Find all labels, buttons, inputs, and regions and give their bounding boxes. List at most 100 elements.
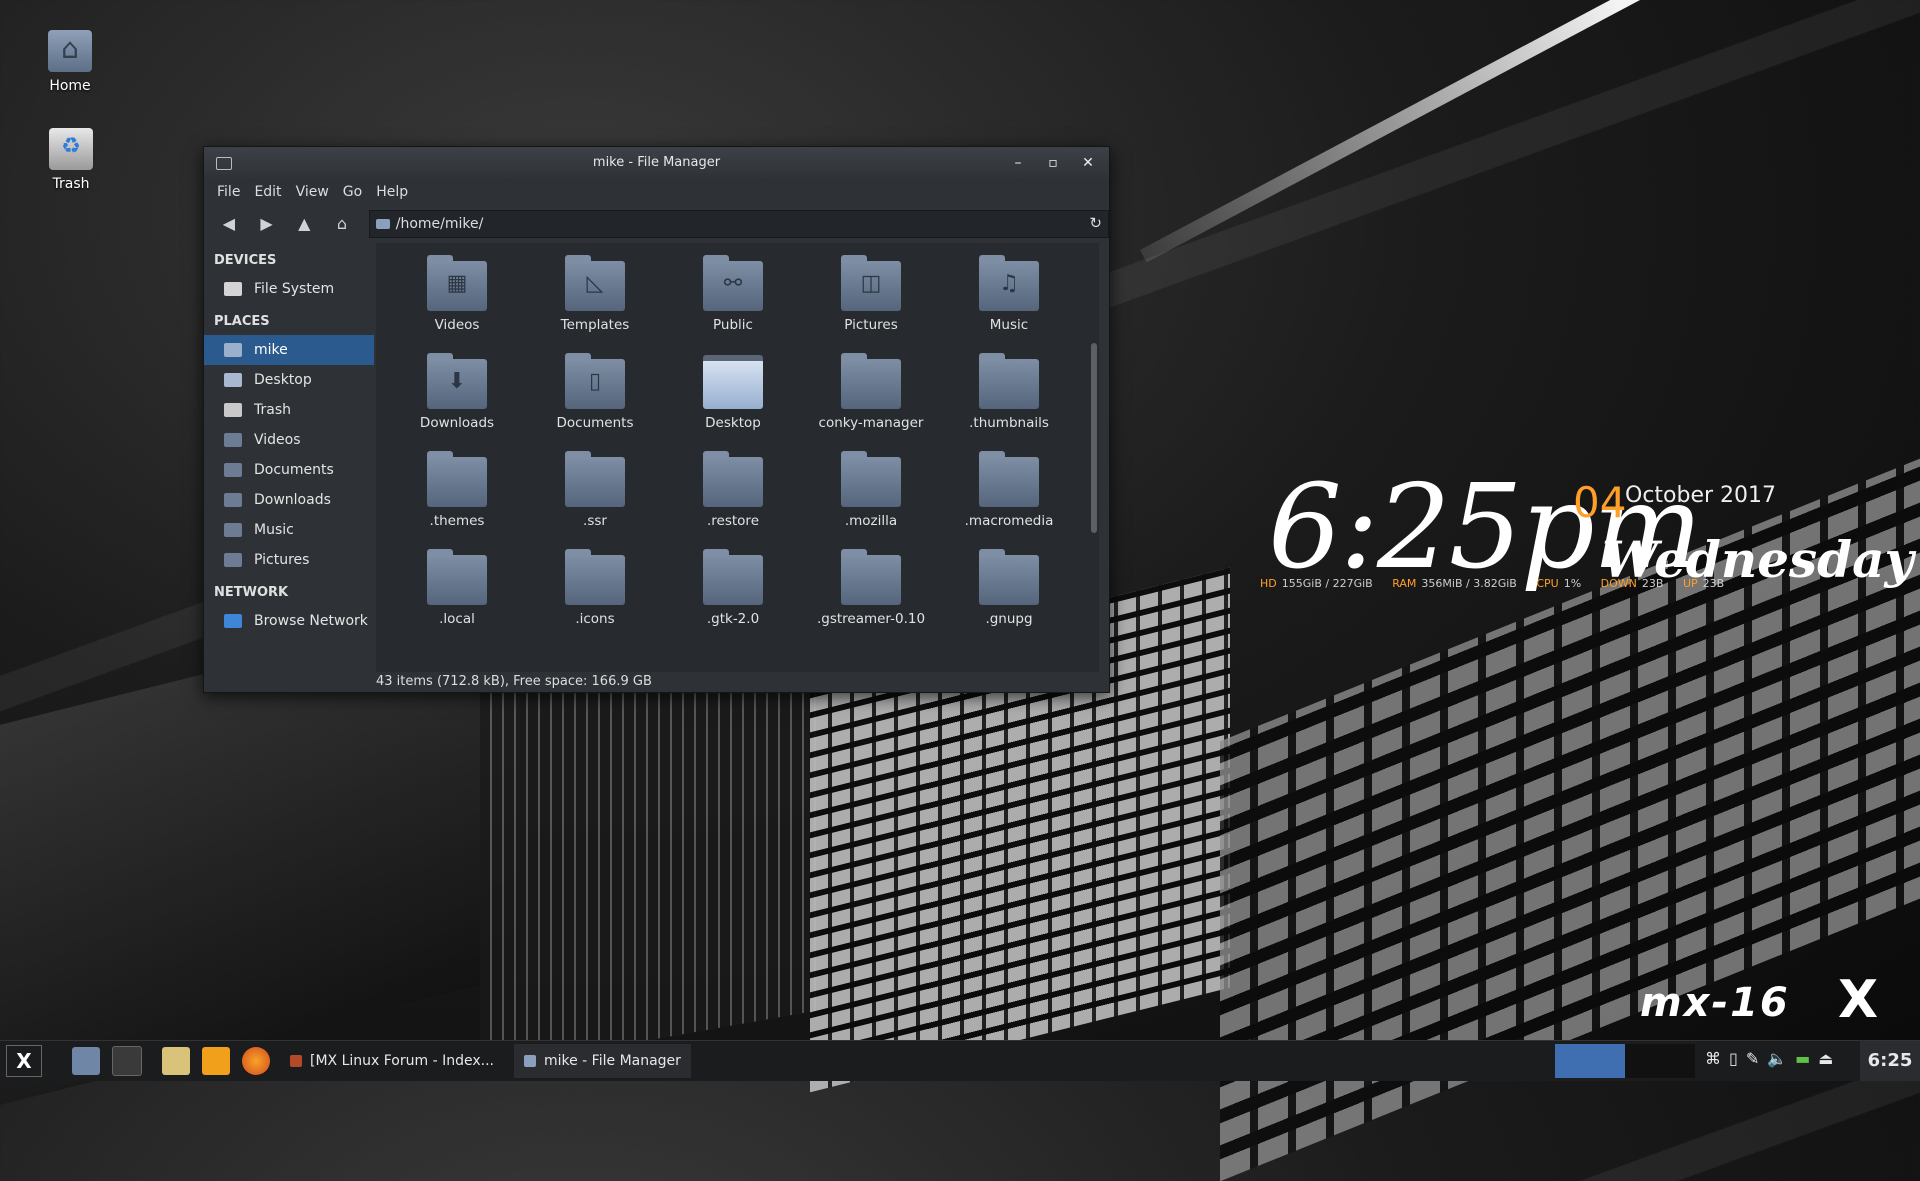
desktop-icon-home[interactable]: Home [20, 30, 120, 94]
eject-icon[interactable]: ⏏ [1818, 1049, 1833, 1068]
clipboard-icon[interactable]: ▯ [1729, 1049, 1738, 1068]
sidebar-item-music[interactable]: Music [204, 515, 374, 545]
folder-icon [703, 549, 763, 605]
sidebar-item-label: Browse Network [254, 613, 368, 629]
workspace-2[interactable] [1625, 1044, 1695, 1078]
file-name: .macromedia [964, 513, 1054, 529]
home-icon [224, 343, 242, 357]
taskbar-clock[interactable]: 6:25 [1860, 1041, 1920, 1081]
folder-icon: ▯ [565, 353, 625, 409]
folder-icon [703, 355, 763, 409]
sidebar-item-label: mike [254, 342, 288, 358]
location-path[interactable]: /home/mike/ [396, 216, 484, 232]
sidebar-item-mike[interactable]: mike [204, 335, 374, 365]
taskbar: X [MX Linux Forum - Index... mike - File… [0, 1040, 1920, 1081]
side-pane: DEVICES File System PLACES mike Desktop … [204, 243, 374, 674]
minimize-button[interactable]: – [1007, 153, 1029, 173]
file-item[interactable]: .restore [664, 451, 802, 555]
reload-icon[interactable]: ↻ [1089, 214, 1102, 232]
menu-edit[interactable]: Edit [247, 184, 288, 200]
sidebar-item-label: File System [254, 281, 335, 297]
folder-icon [224, 493, 242, 507]
folder-icon [979, 353, 1039, 409]
file-item[interactable]: ⚯ Public [664, 255, 802, 359]
file-item[interactable]: .macromedia [940, 451, 1078, 555]
menu-file[interactable]: File [210, 184, 247, 200]
file-item[interactable]: ▦ Videos [388, 255, 526, 359]
file-name: Templates [560, 317, 630, 333]
stat-key: HD [1260, 577, 1277, 590]
sidebar-item-trash[interactable]: Trash [204, 395, 374, 425]
task-label: [MX Linux Forum - Index... [310, 1053, 494, 1069]
menu-go[interactable]: Go [336, 184, 369, 200]
stat-value: 356MiB / 3.82GiB [1421, 577, 1517, 590]
location-bar[interactable]: /home/mike/ ↻ [368, 210, 1109, 238]
file-item[interactable]: .ssr [526, 451, 664, 555]
menu-help[interactable]: Help [369, 184, 415, 200]
file-view[interactable]: ▦ Videos ◺ Templates ⚯ Public ◫ Pictures ♫ Music ⬇… [376, 243, 1099, 672]
sidebar-item-documents[interactable]: Documents [204, 455, 374, 485]
home-icon[interactable]: ⌂ [325, 209, 359, 239]
sidebar-item-desktop[interactable]: Desktop [204, 365, 374, 395]
task-firefox[interactable]: [MX Linux Forum - Index... [280, 1044, 504, 1078]
conky-stats: HD 155GiB / 227GiB RAM 356MiB / 3.82GiB CP… [1260, 577, 1740, 590]
folder-icon [427, 549, 487, 605]
workspace-1[interactable] [1555, 1044, 1625, 1078]
sidebar-item-browse-network[interactable]: Browse Network [204, 606, 374, 636]
desktop-icon [224, 373, 242, 387]
file-item[interactable]: ◺ Templates [526, 255, 664, 359]
sidebar-item-label: Documents [254, 462, 334, 478]
task-file-manager[interactable]: mike - File Manager [513, 1044, 691, 1078]
package-installer-icon[interactable] [162, 1047, 190, 1075]
scrollbar[interactable] [1091, 343, 1097, 533]
file-item[interactable]: ▯ Documents [526, 353, 664, 457]
file-name: .ssr [583, 513, 607, 529]
file-item[interactable]: .icons [526, 549, 664, 653]
folder-icon [427, 451, 487, 507]
stat-value: 1% [1563, 577, 1582, 590]
system-tray: ⌘ ▯ ✎ 🔈 ▬ ⏏ [1705, 1049, 1833, 1068]
battery-icon[interactable]: ▬ [1795, 1049, 1810, 1068]
maximize-button[interactable]: ▫ [1042, 153, 1064, 173]
file-item[interactable]: ⬇ Downloads [388, 353, 526, 457]
file-item[interactable]: .gstreamer-0.10 [802, 549, 940, 653]
sidebar-item-downloads[interactable]: Downloads [204, 485, 374, 515]
tools-icon[interactable]: ✎ [1746, 1049, 1759, 1068]
file-item[interactable]: Desktop [664, 355, 802, 457]
file-manager-window[interactable]: mike - File Manager – ▫ ✕ File Edit View… [203, 146, 1110, 693]
sidebar-item-videos[interactable]: Videos [204, 425, 374, 455]
menu-view[interactable]: View [289, 184, 336, 200]
file-name: .gtk-2.0 [706, 611, 760, 627]
file-item[interactable]: .mozilla [802, 451, 940, 555]
folder-icon: ◫ [841, 255, 901, 311]
file-item[interactable]: ◫ Pictures [802, 255, 940, 359]
file-item[interactable]: .gnupg [940, 549, 1078, 653]
folder-icon [565, 549, 625, 605]
file-manager-launcher-icon[interactable] [72, 1047, 100, 1075]
file-item[interactable]: .local [388, 549, 526, 653]
close-button[interactable]: ✕ [1077, 153, 1099, 173]
start-menu-button[interactable]: X [6, 1045, 42, 1077]
file-item[interactable]: conky-manager [802, 353, 940, 457]
up-arrow-icon[interactable]: ▲ [287, 209, 321, 239]
terminal-launcher-icon[interactable] [112, 1046, 142, 1076]
volume-icon[interactable]: 🔈 [1767, 1049, 1787, 1068]
file-name: Documents [556, 415, 634, 431]
network-icon[interactable]: ⌘ [1705, 1049, 1721, 1068]
firefox-launcher-icon[interactable] [242, 1047, 270, 1075]
title-bar[interactable]: mike - File Manager – ▫ ✕ [204, 147, 1109, 179]
stat-key: CPU [1536, 577, 1559, 590]
file-name: conky-manager [818, 415, 924, 431]
sidebar-item-file-system[interactable]: File System [204, 274, 374, 304]
back-arrow-icon[interactable]: ◀ [212, 209, 246, 239]
file-item[interactable]: .gtk-2.0 [664, 549, 802, 653]
folder-emblem-icon: ▯ [588, 369, 602, 394]
file-item[interactable]: .themes [388, 451, 526, 555]
forward-arrow-icon[interactable]: ▶ [250, 209, 284, 239]
file-item[interactable]: ♫ Music [940, 255, 1078, 359]
sidebar-item-pictures[interactable]: Pictures [204, 545, 374, 575]
editor-launcher-icon[interactable] [202, 1047, 230, 1075]
desktop-icon-trash[interactable]: Trash [21, 128, 121, 192]
folder-emblem-icon: ⬇ [447, 369, 467, 394]
file-item[interactable]: .thumbnails [940, 353, 1078, 457]
